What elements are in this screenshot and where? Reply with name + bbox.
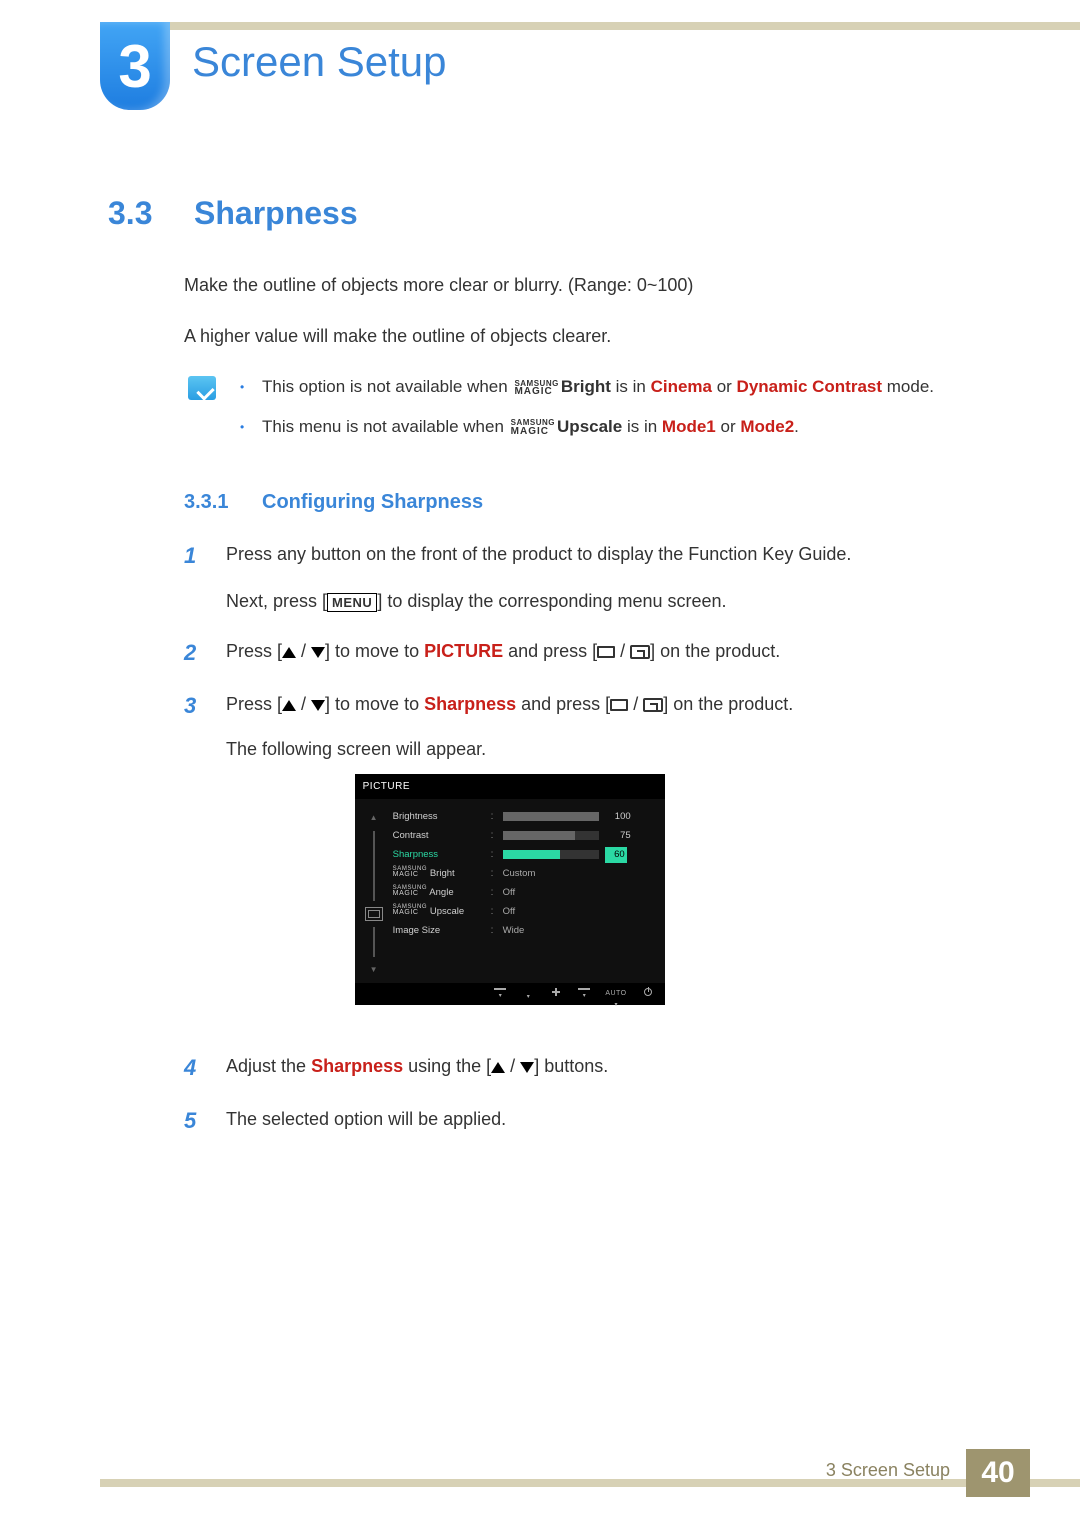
osd-screenshot: PICTURE ▲ ▼ Brightness:100Contrast:75Sha… [355, 774, 665, 1004]
subsection-number: 3.3.1 [184, 487, 240, 517]
chapter-title: Screen Setup [192, 38, 447, 86]
osd-row: Contrast:75 [393, 826, 655, 845]
enter-icon [643, 698, 663, 712]
step-3-line-2: The following screen will appear. [226, 734, 793, 765]
section-body: Make the outline of objects more clear o… [184, 272, 1010, 1137]
osd-footer: ▾ ▾ ▾ ▾ AUTO▾ [355, 983, 665, 1005]
enter-icon [630, 645, 650, 659]
osd-row: Image Size:Wide [393, 921, 655, 940]
osd-row: SAMSUNGMAGIC Angle:Off [393, 883, 655, 902]
up-arrow-icon [491, 1062, 505, 1073]
samsung-magic-label: SAMSUNGMAGIC [511, 419, 555, 435]
source-icon [597, 646, 615, 658]
step-number: 5 [184, 1104, 204, 1137]
step-1: 1 Press any button on the front of the p… [184, 539, 1010, 616]
step-2: 2 Press [ / ] to move to PICTURE and pre… [184, 636, 1010, 669]
osd-power-icon [641, 988, 655, 998]
intro-paragraph-1: Make the outline of objects more clear o… [184, 272, 1010, 299]
subsection-heading: 3.3.1 Configuring Sharpness [184, 487, 1010, 517]
intro-paragraph-2: A higher value will make the outline of … [184, 323, 1010, 350]
up-arrow-icon [282, 647, 296, 658]
header-rule [100, 22, 1080, 30]
source-icon [610, 699, 628, 711]
down-arrow-icon [311, 647, 325, 658]
note-item-1: This option is not available when SAMSUN… [240, 374, 934, 400]
section-title: Sharpness [194, 195, 358, 232]
section-number: 3.3 [108, 195, 164, 232]
step-5: 5 The selected option will be applied. [184, 1104, 1010, 1137]
osd-minus-icon: ▾ [521, 988, 535, 998]
page-content: 3.3 Sharpness Make the outline of object… [108, 195, 1010, 1157]
step-4-text: Adjust the Sharpness using the [ / ] but… [226, 1051, 608, 1084]
osd-rows: Brightness:100Contrast:75Sharpness:60SAM… [393, 807, 655, 976]
step-number: 2 [184, 636, 204, 669]
note-icon [188, 376, 216, 400]
step-number: 4 [184, 1051, 204, 1084]
step-1-line-2: Next, press [MENU] to display the corres… [226, 586, 851, 617]
step-5-text: The selected option will be applied. [226, 1104, 506, 1137]
step-number: 1 [184, 539, 204, 616]
osd-plus-icon: ▾ [549, 988, 563, 998]
step-2-text: Press [ / ] to move to PICTURE and press… [226, 636, 780, 669]
osd-auto-label: AUTO▾ [605, 988, 626, 998]
osd-row: SAMSUNGMAGIC Upscale:Off [393, 902, 655, 921]
step-1-line-1: Press any button on the front of the pro… [226, 539, 851, 570]
note-list: This option is not available when SAMSUN… [240, 374, 934, 453]
up-arrow-icon [282, 700, 296, 711]
step-list: 1 Press any button on the front of the p… [184, 539, 1010, 1137]
down-arrow-icon [311, 700, 325, 711]
step-4: 4 Adjust the Sharpness using the [ / ] b… [184, 1051, 1010, 1084]
samsung-magic-label: SAMSUNGMAGIC [514, 380, 558, 396]
chapter-number-badge: 3 [100, 22, 170, 110]
osd-title: PICTURE [355, 774, 665, 799]
osd-source-icon: ▾ [577, 988, 591, 998]
footer-text: 3 Screen Setup [826, 1460, 950, 1481]
step-3: 3 Press [ / ] to move to Sharpness and p… [184, 689, 1010, 1030]
note-item-2: This menu is not available when SAMSUNGM… [240, 414, 934, 440]
subsection-title: Configuring Sharpness [262, 487, 483, 517]
osd-row: SAMSUNGMAGIC Bright:Custom [393, 864, 655, 883]
down-arrow-icon [520, 1062, 534, 1073]
osd-row: Brightness:100 [393, 807, 655, 826]
note-block: This option is not available when SAMSUN… [188, 374, 1010, 453]
osd-sidebar: ▲ ▼ [363, 807, 385, 976]
osd-back-icon: ▾ [493, 988, 507, 998]
section-heading: 3.3 Sharpness [108, 195, 1010, 232]
page-number: 40 [966, 1449, 1030, 1497]
tv-icon [365, 907, 383, 921]
step-number: 3 [184, 689, 204, 1030]
menu-button-icon: MENU [327, 593, 377, 612]
step-3-line-1: Press [ / ] to move to Sharpness and pre… [226, 689, 793, 720]
osd-row: Sharpness:60 [393, 845, 655, 864]
